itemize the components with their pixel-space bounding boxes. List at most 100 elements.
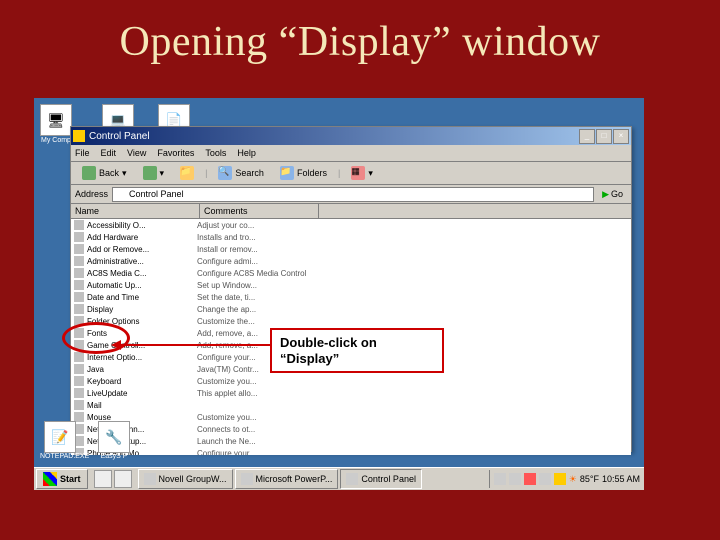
callout-box: Double-click on “Display” [270,328,444,373]
close-button[interactable]: × [613,129,629,144]
address-bar: Address Control Panel ▶Go [71,185,631,204]
menu-item[interactable]: File [75,148,90,158]
list-item[interactable]: AC8S Media C... Configure AC8S Media Cont… [71,267,631,279]
quick-launch [94,470,132,488]
title-post: window [451,19,600,65]
callout-line2: “Display” [280,351,339,366]
item-icon [74,400,84,410]
task-button[interactable]: Novell GroupW... [138,469,233,489]
ql-icon[interactable] [114,470,132,488]
task-label: Microsoft PowerP... [256,474,333,484]
extra-icon[interactable]: 🔧 EasyS P [92,421,136,464]
notepad-icon[interactable]: 📝 NOTEPAD.EXE [38,421,82,464]
icon-label: EasyS P [94,453,134,460]
item-icon [74,280,84,290]
task-button[interactable]: Control Panel [340,469,422,489]
item-icon [74,364,84,374]
item-name: Automatic Up... [87,281,142,290]
item-icon [74,244,84,254]
item-comment: Customize you... [194,413,307,422]
slide: Opening “Display” window 🖥My Computer 💻s… [0,0,720,540]
list-item[interactable]: MouseCustomize you... [71,411,631,423]
item-name: Display [87,305,113,314]
menu-item[interactable]: Edit [101,148,117,158]
item-icon [74,232,84,242]
minimize-button[interactable]: _ [579,129,595,144]
col-comments[interactable]: Comments [200,204,319,218]
app-icon [241,473,253,485]
item-icon [74,376,84,386]
folders-button[interactable]: 📁Folders [275,164,332,182]
item-comment: Installs and tro... [194,233,307,242]
title-pre: Opening [120,19,279,65]
item-name: AC8S Media C... [87,269,147,278]
file-icon: 🔧 [98,421,130,453]
list-item[interactable]: Date and TimeSet the date, ti... [71,291,631,303]
list-item[interactable]: Accessibility O... Adjust your co... [71,219,631,231]
title-word: Display [298,19,432,65]
item-comment: Configure your... [194,449,307,456]
start-button[interactable]: Start [36,469,88,489]
titlebar[interactable]: Control Panel _ □ × [71,127,631,145]
item-name: Accessibility O... [87,221,146,230]
list-item[interactable]: Network Conn...Connects to ot... [71,423,631,435]
menu-item[interactable]: Tools [205,148,226,158]
up-button[interactable]: 📁 [175,164,199,182]
tray-icon[interactable] [509,473,521,485]
item-name: Java [87,365,104,374]
item-comment: Configure admi... [194,257,307,266]
list-item[interactable]: Administrative... Configure admi... [71,255,631,267]
list-item[interactable]: Add HardwareInstalls and tro... [71,231,631,243]
item-icon [74,340,84,350]
tray-icon[interactable] [524,473,536,485]
list-item[interactable]: Mail [71,399,631,411]
control-panel-window[interactable]: Control Panel _ □ × File Edit View Favorite… [70,126,632,452]
menu-item[interactable]: Favorites [157,148,194,158]
tray-icon[interactable] [539,473,551,485]
forward-button[interactable]: ▾ [138,164,170,182]
list-item[interactable]: LiveUpdateThis applet allo... [71,387,631,399]
task-label: Novell GroupW... [159,474,227,484]
item-comment: Configure AC8S Media Control [194,269,307,278]
ql-icon[interactable] [94,470,112,488]
list-item[interactable]: Phone and Mo...Configure your... [71,447,631,455]
views-button[interactable]: ▦▾ [346,164,378,182]
list-item[interactable]: Automatic Up...Set up Window... [71,279,631,291]
item-icon [74,220,84,230]
list-item[interactable]: Display Change the ap... [71,303,631,315]
item-icon [74,316,84,326]
window-title: Control Panel [89,131,150,142]
list-item[interactable]: KeyboardCustomize you... [71,375,631,387]
task-button[interactable]: Microsoft PowerP... [235,469,339,489]
item-name: Fonts [87,329,107,338]
item-comment: This applet allo... [194,389,307,398]
go-button[interactable]: ▶Go [598,189,627,200]
item-comment: Launch the Ne... [194,437,307,446]
desktop-icon[interactable]: 🖥 [40,104,72,136]
maximize-button[interactable]: □ [596,129,612,144]
system-tray[interactable]: ☀ 85°F 10:55 AM [489,470,644,488]
list-item[interactable]: Add or Remove...Install or remov... [71,243,631,255]
column-headers[interactable]: Name Comments [71,204,631,219]
list-item[interactable]: Folder OptionsCustomize the... [71,315,631,327]
menu-item[interactable]: Help [237,148,256,158]
col-name[interactable]: Name [71,204,200,218]
item-name: Administrative... [87,257,144,266]
menu-item[interactable]: View [127,148,146,158]
item-icon [74,304,84,314]
tray-icon[interactable] [494,473,506,485]
address-field[interactable]: Control Panel [112,187,594,202]
item-icon [74,292,84,302]
list-item[interactable]: Network Setup...Launch the Ne... [71,435,631,447]
window-buttons: _ □ × [579,129,629,144]
windows-flag-icon [43,472,57,486]
item-comment: Adjust your co... [194,221,307,230]
search-button[interactable]: 🔍Search [213,164,269,182]
menubar[interactable]: File Edit View Favorites Tools Help [71,145,631,162]
slide-title: Opening “Display” window [0,0,720,76]
item-comment: Change the ap... [194,305,307,314]
file-icon: 📝 [44,421,76,453]
tray-icon[interactable] [554,473,566,485]
back-button[interactable]: Back ▾ [77,164,132,182]
taskbar[interactable]: Start Novell GroupW... Microsoft PowerP..… [34,467,644,490]
